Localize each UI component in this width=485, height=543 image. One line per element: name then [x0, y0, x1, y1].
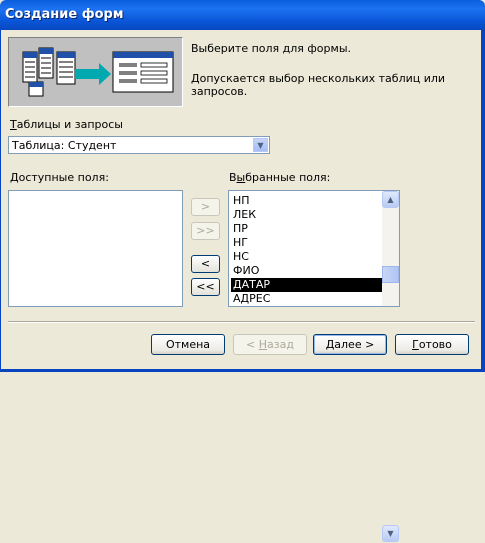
title-bar[interactable]: Создание форм	[0, 0, 485, 30]
scroll-down-icon[interactable]: ▼	[382, 525, 399, 542]
intro-line-2: Допускается выбор нескольких таблиц или …	[191, 72, 446, 98]
next-button-text: алее >	[334, 338, 375, 351]
window-frame-left	[0, 30, 1, 372]
tables-to-form-icon	[22, 47, 174, 97]
remove-all-fields-button[interactable]: <<	[191, 278, 220, 296]
list-item[interactable]: НП	[231, 194, 384, 208]
remove-field-button[interactable]: <	[191, 255, 220, 273]
selected-label-pre: В	[229, 171, 237, 184]
selected-label-text: бранные поля:	[245, 171, 331, 184]
finish-button[interactable]: Готово	[395, 334, 469, 355]
back-button-text: азад	[267, 338, 294, 351]
list-item[interactable]: НС	[231, 250, 384, 264]
tables-combobox[interactable]: Таблица: Студент ▼	[8, 136, 270, 154]
next-button-accesskey: Д	[325, 338, 335, 351]
window-title: Создание форм	[5, 7, 124, 22]
cancel-button[interactable]: Отмена	[151, 334, 225, 355]
intro-line-1: Выберите поля для формы.	[191, 42, 351, 55]
footer-divider	[8, 321, 475, 323]
add-field-button[interactable]: >	[191, 198, 220, 216]
scroll-up-icon[interactable]: ▲	[382, 191, 399, 208]
finish-button-text: отово	[418, 338, 452, 351]
finish-button-accesskey: Г	[412, 338, 419, 351]
chevron-down-icon[interactable]: ▼	[253, 138, 268, 152]
selected-label-accesskey: ы	[236, 171, 246, 184]
tables-label-text: аблицы и запросы	[16, 118, 123, 131]
back-button-accesskey: Н	[258, 338, 268, 351]
available-label-text: оступные поля:	[18, 171, 109, 184]
available-fields-list[interactable]	[8, 190, 183, 307]
available-label-accesskey: Д	[10, 171, 19, 184]
tables-label-accesskey: Т	[10, 118, 17, 131]
back-button-prefix: <	[246, 338, 259, 351]
available-fields-label: Доступные поля:	[10, 171, 109, 184]
list-item[interactable]: АДРЕС	[231, 292, 384, 306]
list-item[interactable]: НГ	[231, 236, 384, 250]
tables-label: Таблицы и запросы	[10, 118, 123, 131]
selected-fields-list[interactable]: НП ЛЕК ПР НГ НС ФИО ДАТАР АДРЕС ▲ ▼	[228, 190, 400, 542]
tables-combobox-value: Таблица: Студент	[12, 139, 117, 152]
list-item-selected[interactable]: ДАТАР	[231, 278, 384, 292]
add-all-fields-button[interactable]: >>	[191, 222, 220, 240]
selected-list-scrollbar[interactable]: ▲ ▼	[382, 191, 399, 542]
list-item[interactable]: ПР	[231, 222, 384, 236]
selected-fields-label: Выбранные поля:	[229, 171, 330, 184]
list-item[interactable]: ФИО	[231, 264, 384, 278]
wizard-illustration	[8, 37, 183, 107]
scrollbar-thumb[interactable]	[382, 266, 399, 283]
next-button[interactable]: Далее >	[313, 334, 387, 355]
list-item[interactable]: ЛЕК	[231, 208, 384, 222]
back-button[interactable]: < Назад	[233, 334, 307, 355]
